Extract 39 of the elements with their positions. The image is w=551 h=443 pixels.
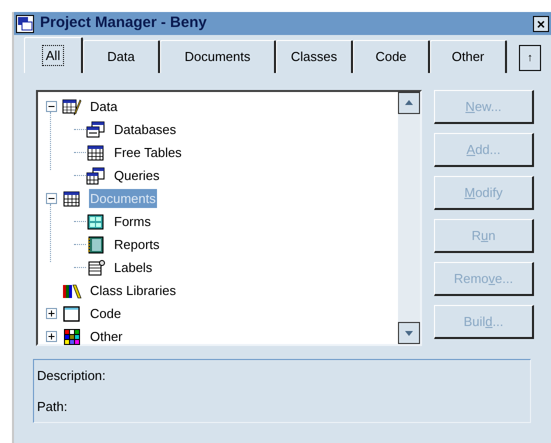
tab[interactable]: Classes [276, 40, 353, 73]
tree-item[interactable]: Labels [113, 258, 154, 278]
close-button[interactable]: × [533, 16, 549, 32]
tab[interactable]: Code [353, 40, 430, 73]
table-icon [62, 190, 82, 208]
label-roll-icon [86, 258, 106, 276]
table-pencil-icon [62, 98, 82, 116]
description-label: Description: [37, 367, 107, 385]
tables-icon [86, 166, 106, 184]
tab[interactable]: Other [430, 40, 507, 73]
tree-item[interactable]: Class Libraries [89, 280, 177, 300]
scrollbar[interactable] [398, 92, 420, 344]
path-label: Path: [37, 398, 68, 416]
tree-item[interactable]: Code [89, 304, 122, 324]
notebook-icon [86, 236, 106, 254]
scroll-up-icon[interactable] [398, 92, 420, 114]
tree-item[interactable]: Free Tables [113, 142, 183, 162]
tree-item[interactable]: Forms [113, 212, 152, 232]
collapse-icon[interactable] [46, 101, 56, 112]
form-icon [86, 212, 106, 230]
tab[interactable]: Documents [160, 40, 276, 73]
tree-item[interactable]: Other [89, 326, 124, 346]
window-icon [62, 304, 82, 322]
tree-item[interactable]: Databases [113, 120, 178, 140]
tab-scroll-button[interactable]: ↑ [519, 45, 541, 71]
expand-icon[interactable] [46, 308, 56, 319]
tab[interactable]: All [24, 37, 83, 73]
tree-item[interactable]: Reports [113, 234, 161, 254]
app-icon [16, 14, 34, 32]
window-title: Project Manager - Beny [40, 13, 208, 34]
tree-item[interactable]: Data [89, 96, 118, 116]
table-icon [86, 144, 106, 162]
tab[interactable]: Data [83, 40, 160, 73]
collapse-icon[interactable] [46, 193, 56, 204]
expand-icon[interactable] [46, 331, 56, 342]
scroll-down-icon[interactable] [398, 322, 420, 344]
windows-stack-icon [86, 120, 106, 138]
tree-item[interactable]: Queries [113, 166, 161, 186]
books-icon [62, 282, 82, 300]
